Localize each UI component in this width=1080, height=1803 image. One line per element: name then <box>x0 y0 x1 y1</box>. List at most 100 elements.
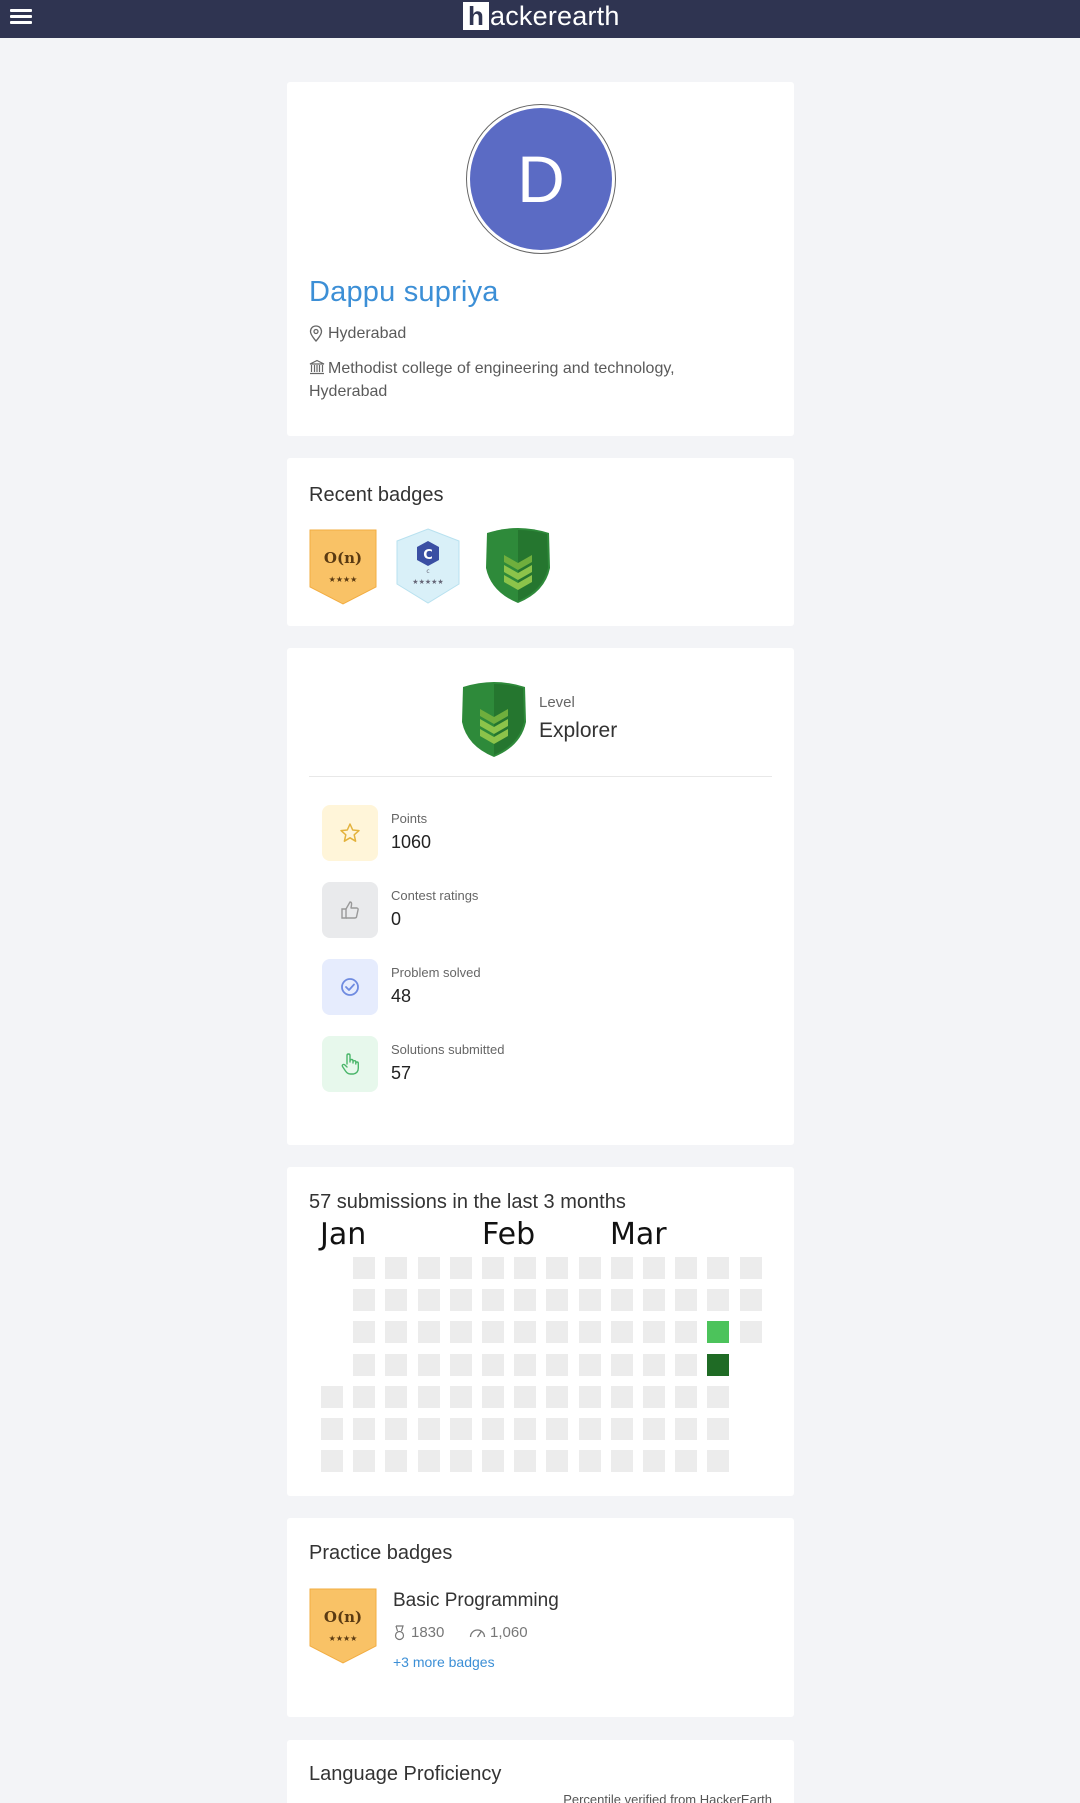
activity-cell[interactable] <box>643 1289 665 1311</box>
activity-cell[interactable] <box>321 1386 343 1408</box>
activity-cell[interactable] <box>611 1450 633 1472</box>
gauge-icon <box>469 1629 486 1638</box>
activity-cell[interactable] <box>514 1418 536 1440</box>
activity-cell[interactable] <box>546 1450 568 1472</box>
activity-cell[interactable] <box>514 1386 536 1408</box>
activity-cell[interactable] <box>353 1418 375 1440</box>
activity-cell[interactable] <box>450 1321 472 1343</box>
activity-cell[interactable] <box>675 1386 697 1408</box>
activity-cell[interactable] <box>482 1450 504 1472</box>
activity-cell[interactable] <box>675 1257 697 1279</box>
activity-cell[interactable] <box>546 1289 568 1311</box>
activity-cell[interactable] <box>353 1354 375 1376</box>
activity-cell[interactable] <box>385 1386 407 1408</box>
activity-cell[interactable] <box>643 1386 665 1408</box>
activity-cell[interactable] <box>675 1321 697 1343</box>
complexity-badge-icon[interactable]: O(n) ★★★★ <box>309 529 377 605</box>
activity-cell[interactable] <box>482 1354 504 1376</box>
activity-cell[interactable] <box>643 1450 665 1472</box>
activity-cell[interactable] <box>579 1418 601 1440</box>
activity-cell[interactable] <box>514 1354 536 1376</box>
activity-cell[interactable] <box>643 1418 665 1440</box>
activity-cell[interactable] <box>418 1418 440 1440</box>
activity-cell[interactable] <box>353 1386 375 1408</box>
activity-cell[interactable] <box>482 1321 504 1343</box>
activity-cell[interactable] <box>450 1418 472 1440</box>
activity-cell[interactable] <box>707 1418 729 1440</box>
activity-cell[interactable] <box>740 1321 762 1343</box>
activity-cell[interactable] <box>546 1257 568 1279</box>
activity-cell[interactable] <box>643 1257 665 1279</box>
activity-cell[interactable] <box>611 1418 633 1440</box>
activity-cell[interactable] <box>482 1289 504 1311</box>
activity-cell[interactable] <box>482 1257 504 1279</box>
activity-cell[interactable] <box>579 1450 601 1472</box>
activity-cell[interactable] <box>418 1386 440 1408</box>
activity-cell[interactable] <box>643 1321 665 1343</box>
activity-cell[interactable] <box>579 1257 601 1279</box>
activity-cell[interactable] <box>675 1418 697 1440</box>
activity-cell[interactable] <box>579 1354 601 1376</box>
activity-cell[interactable] <box>675 1354 697 1376</box>
activity-cell[interactable] <box>579 1289 601 1311</box>
activity-cell[interactable] <box>740 1289 762 1311</box>
activity-cell[interactable] <box>418 1321 440 1343</box>
activity-cell[interactable] <box>707 1289 729 1311</box>
activity-cell[interactable] <box>740 1257 762 1279</box>
explorer-level-badge-icon[interactable] <box>483 528 553 604</box>
activity-cell[interactable] <box>321 1450 343 1472</box>
activity-cell[interactable] <box>707 1321 729 1343</box>
hackerearth-logo[interactable]: h ackerearth <box>463 0 620 32</box>
activity-cell[interactable] <box>353 1321 375 1343</box>
activity-cell[interactable] <box>450 1354 472 1376</box>
activity-cell[interactable] <box>450 1257 472 1279</box>
activity-cell[interactable] <box>385 1418 407 1440</box>
activity-cell[interactable] <box>707 1450 729 1472</box>
activity-cell[interactable] <box>675 1450 697 1472</box>
activity-cell[interactable] <box>514 1321 536 1343</box>
activity-cell[interactable] <box>385 1450 407 1472</box>
activity-cell[interactable] <box>675 1289 697 1311</box>
activity-cell[interactable] <box>353 1289 375 1311</box>
activity-cell[interactable] <box>418 1257 440 1279</box>
activity-cell[interactable] <box>579 1386 601 1408</box>
activity-cell[interactable] <box>385 1321 407 1343</box>
activity-cell[interactable] <box>611 1386 633 1408</box>
activity-cell[interactable] <box>546 1386 568 1408</box>
institution-icon <box>309 359 325 375</box>
complexity-badge-icon[interactable]: O(n) ★★★★ <box>309 1588 377 1664</box>
activity-cell[interactable] <box>418 1289 440 1311</box>
activity-cell[interactable] <box>611 1257 633 1279</box>
activity-cell[interactable] <box>353 1450 375 1472</box>
language-proficiency-card: Language Proficiency Percentile verified… <box>287 1740 794 1803</box>
c-language-badge-icon[interactable]: C c ★★★★★ <box>396 528 460 604</box>
activity-cell[interactable] <box>385 1257 407 1279</box>
activity-cell[interactable] <box>514 1257 536 1279</box>
activity-cell[interactable] <box>418 1354 440 1376</box>
activity-cell[interactable] <box>418 1450 440 1472</box>
activity-cell[interactable] <box>385 1289 407 1311</box>
more-badges-link[interactable]: +3 more badges <box>393 1654 495 1670</box>
activity-cell[interactable] <box>611 1354 633 1376</box>
activity-cell[interactable] <box>450 1289 472 1311</box>
activity-cell[interactable] <box>611 1289 633 1311</box>
activity-cell[interactable] <box>579 1321 601 1343</box>
activity-cell[interactable] <box>450 1386 472 1408</box>
activity-cell[interactable] <box>482 1418 504 1440</box>
activity-cell[interactable] <box>546 1354 568 1376</box>
activity-cell[interactable] <box>707 1386 729 1408</box>
activity-cell[interactable] <box>611 1321 633 1343</box>
activity-cell[interactable] <box>385 1354 407 1376</box>
menu-icon[interactable] <box>10 6 32 28</box>
activity-cell[interactable] <box>514 1289 536 1311</box>
activity-cell[interactable] <box>450 1450 472 1472</box>
activity-cell[interactable] <box>353 1257 375 1279</box>
activity-cell[interactable] <box>643 1354 665 1376</box>
activity-cell[interactable] <box>514 1450 536 1472</box>
activity-cell[interactable] <box>707 1354 729 1376</box>
activity-cell[interactable] <box>546 1321 568 1343</box>
activity-cell[interactable] <box>321 1418 343 1440</box>
activity-cell[interactable] <box>482 1386 504 1408</box>
activity-cell[interactable] <box>707 1257 729 1279</box>
activity-cell[interactable] <box>546 1418 568 1440</box>
